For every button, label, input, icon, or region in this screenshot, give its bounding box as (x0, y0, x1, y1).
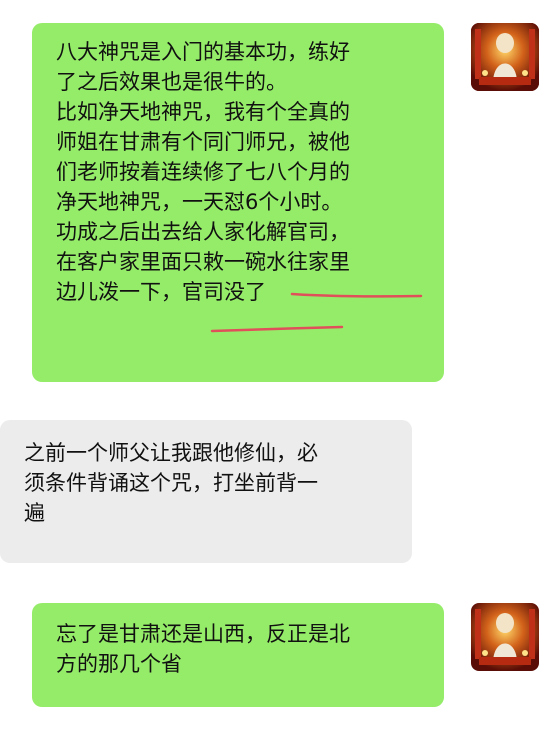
deity-statue-avatar[interactable] (471, 23, 539, 91)
message-line: 八大神咒是入门的基本功，练好 (56, 40, 350, 64)
outgoing-message-bubble[interactable]: 八大神咒是入门的基本功，练好 了之后效果也是很牛的。 比如净天地神咒，我有个全真… (32, 23, 444, 382)
message-line: 净天地神咒，一天怼6个小时。 (56, 190, 343, 214)
message-line: 了之后效果也是很牛的。 (56, 70, 287, 94)
message-line: 遍 (24, 501, 45, 525)
message-line: 边儿泼一下，官司没了 (56, 280, 266, 304)
outgoing-message-bubble[interactable]: 忘了是甘肃还是山西，反正是北 方的那几个省 (32, 603, 444, 707)
message-line: 须条件背诵这个咒，打坐前背一 (24, 471, 318, 495)
message-line: 之前一个师父让我跟他修仙，必 (24, 441, 318, 465)
message-line: 在客户家里面只敕一碗水往家里 (56, 250, 350, 274)
message-line: 师姐在甘肃有个同门师兄，被他 (56, 130, 350, 154)
incoming-message-bubble[interactable]: 之前一个师父让我跟他修仙，必 须条件背诵这个咒，打坐前背一 遍 (0, 420, 412, 563)
message-line: 比如净天地神咒，我有个全真的 (56, 100, 350, 124)
message-line: 们老师按着连续修了七八个月的 (56, 160, 350, 184)
deity-statue-avatar[interactable] (471, 603, 539, 671)
message-line: 功成之后出去给人家化解官司， (56, 220, 350, 244)
message-line: 忘了是甘肃还是山西，反正是北 (56, 622, 350, 646)
message-line: 方的那几个省 (56, 652, 182, 676)
